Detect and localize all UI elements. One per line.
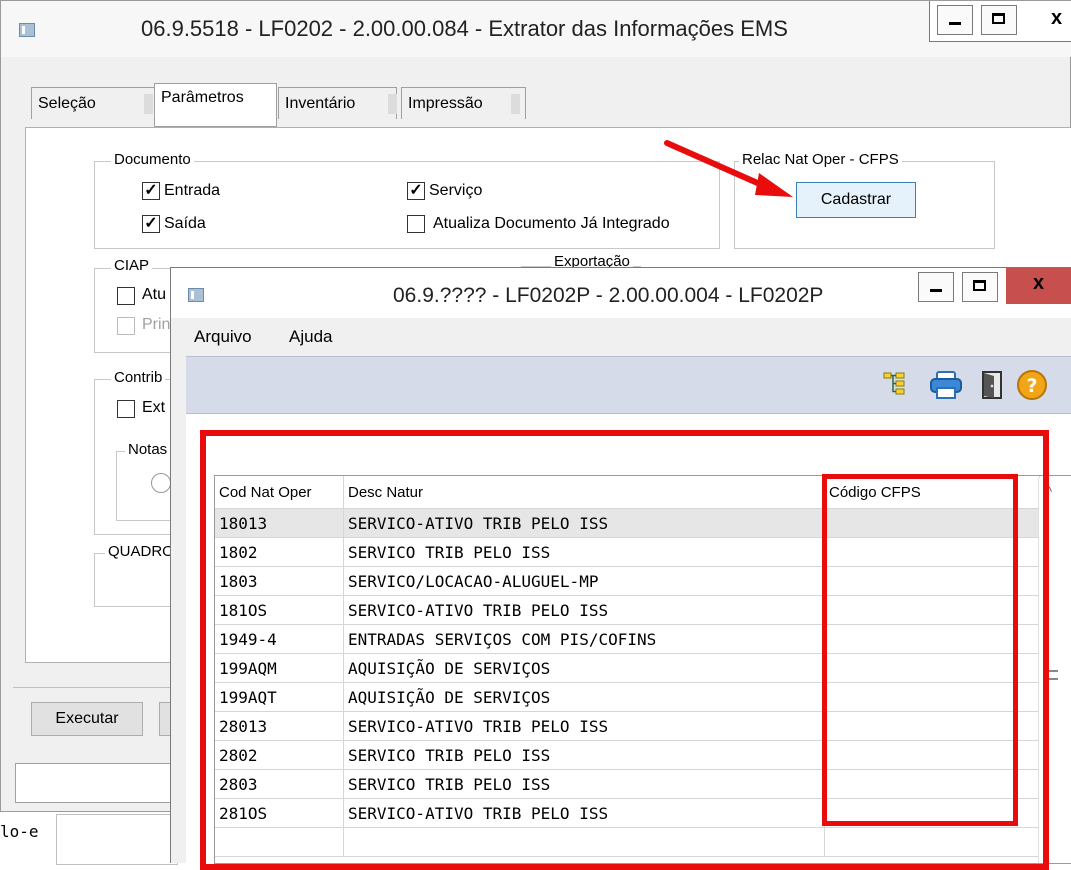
tab-parametros[interactable]: Parâmetros bbox=[154, 83, 277, 127]
main-titlebar[interactable]: 06.9.5518 - LF0202 - 2.00.00.084 - Extra… bbox=[1, 1, 1071, 57]
servico-label: Serviço bbox=[429, 182, 483, 199]
atualiza-label: Atualiza Documento Já Integrado bbox=[433, 215, 670, 232]
servico-checkbox[interactable]: ✓ bbox=[407, 182, 425, 200]
quadro-legend: QUADRO bbox=[105, 543, 177, 560]
ciap-prin-checkbox[interactable] bbox=[117, 317, 135, 335]
saida-label: Saída bbox=[164, 215, 206, 232]
ciap-atu-label: Atu bbox=[142, 286, 167, 303]
dialog-maximize-button[interactable] bbox=[962, 272, 998, 302]
entrada-label: Entrada bbox=[164, 182, 221, 199]
maximize-icon bbox=[973, 280, 986, 291]
atualiza-checkbox[interactable] bbox=[407, 215, 425, 233]
documento-legend: Documento bbox=[111, 151, 194, 168]
ciap-atu-checkbox[interactable] bbox=[117, 287, 135, 305]
dialog-close-button[interactable]: x bbox=[1006, 268, 1071, 304]
notas-radio[interactable] bbox=[151, 473, 171, 493]
menu-ajuda[interactable]: Ajuda bbox=[289, 327, 332, 347]
dialog-titlebar[interactable]: 06.9.???? - LF0202P - 2.00.00.004 - LF02… bbox=[171, 268, 1071, 318]
minimize-button[interactable] bbox=[937, 5, 973, 35]
arrow-annotation-icon bbox=[664, 140, 793, 197]
entrada-checkbox[interactable]: ✓ bbox=[142, 182, 160, 200]
contrib-ext-label: Ext bbox=[142, 399, 166, 416]
contrib-ext-checkbox[interactable] bbox=[117, 400, 135, 418]
tree-icon[interactable] bbox=[882, 371, 906, 397]
contrib-legend: Contrib bbox=[111, 369, 166, 386]
dialog-app-icon bbox=[188, 288, 204, 302]
executar-button[interactable]: Executar bbox=[31, 702, 143, 736]
highlight-box-cfps-column bbox=[822, 474, 1018, 826]
tab-impressao[interactable]: Impressão bbox=[401, 87, 526, 119]
notas-legend: Notas bbox=[125, 441, 171, 458]
ciap-legend: CIAP bbox=[111, 257, 153, 274]
maximize-icon bbox=[992, 13, 1005, 24]
saida-checkbox[interactable]: ✓ bbox=[142, 215, 160, 233]
minimize-icon bbox=[949, 22, 961, 25]
close-icon[interactable]: x bbox=[1051, 7, 1062, 30]
svg-text:?: ? bbox=[1026, 375, 1037, 397]
main-window-title: 06.9.5518 - LF0202 - 2.00.00.084 - Extra… bbox=[141, 16, 788, 41]
status-field bbox=[15, 763, 175, 803]
dialog-title: 06.9.???? - LF0202P - 2.00.00.004 - LF02… bbox=[393, 284, 824, 307]
help-icon[interactable]: ? bbox=[1016, 369, 1048, 401]
dialog-minimize-button[interactable] bbox=[918, 272, 954, 302]
dialog-toolbar: ? bbox=[186, 356, 1071, 414]
minimize-icon bbox=[930, 289, 942, 292]
close-icon: x bbox=[1032, 272, 1045, 294]
documento-group bbox=[94, 161, 720, 249]
app-icon bbox=[19, 23, 35, 37]
menu-arquivo[interactable]: Arquivo bbox=[194, 327, 252, 347]
dialog-menubar: Arquivo Ajuda bbox=[171, 318, 1071, 356]
cadastrar-button[interactable]: Cadastrar bbox=[796, 182, 916, 218]
tab-selecao[interactable]: Seleção bbox=[31, 87, 156, 119]
exit-door-icon[interactable] bbox=[980, 370, 1004, 400]
tab-inventario[interactable]: Inventário bbox=[278, 87, 397, 119]
ciap-prin-label: Prin bbox=[142, 316, 171, 333]
print-icon[interactable] bbox=[929, 370, 963, 400]
background-text: lo-e bbox=[0, 822, 39, 841]
maximize-button[interactable] bbox=[981, 5, 1017, 35]
